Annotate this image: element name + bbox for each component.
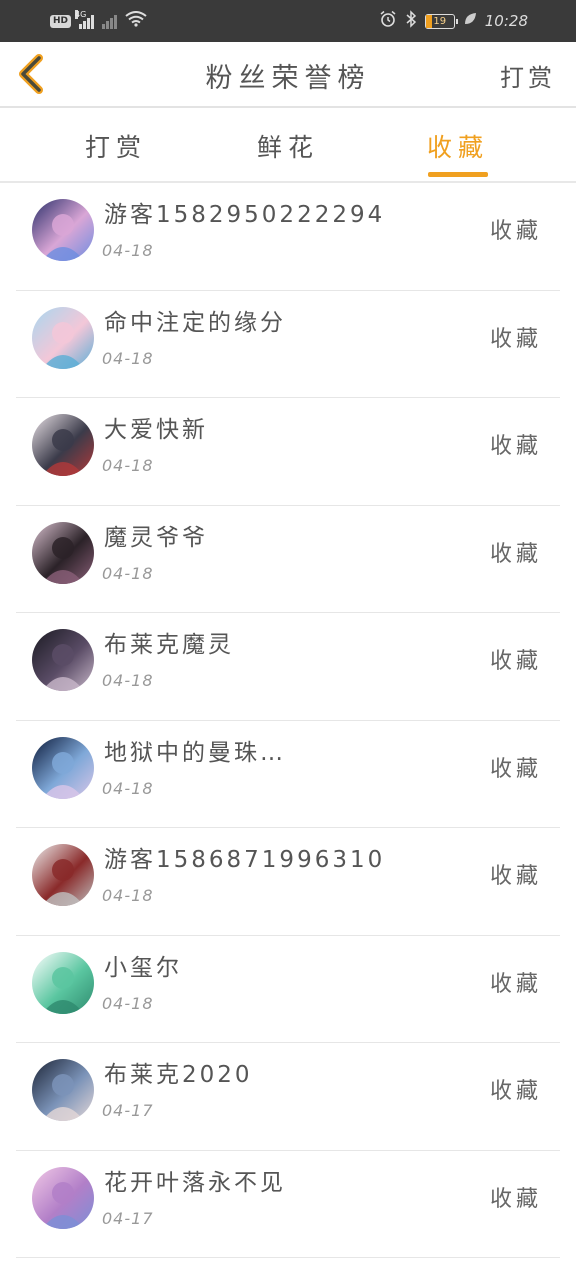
- hd-icon: HD: [50, 14, 72, 28]
- bluetooth-icon: [405, 10, 417, 32]
- fan-date: 04-17: [102, 1208, 154, 1228]
- fan-date: 04-17: [102, 1101, 154, 1120]
- fan-date: 04-18: [102, 778, 154, 798]
- status-bar: HD 4G 19 10:28: [0, 0, 576, 42]
- avatar[interactable]: [32, 951, 94, 1014]
- avatar[interactable]: [32, 844, 94, 906]
- fan-date: 04-18: [102, 348, 154, 368]
- fan-name: 布莱克2020: [104, 1062, 253, 1088]
- leaf-icon: [463, 12, 477, 30]
- avatar[interactable]: [32, 521, 94, 584]
- wifi-icon: [125, 11, 147, 31]
- fan-name: 魔灵爷爷: [104, 524, 208, 551]
- fan-date: 04-18: [102, 671, 154, 690]
- status-right: 19 10:28: [379, 10, 528, 32]
- status-time: 10:28: [484, 12, 528, 30]
- avatar[interactable]: [32, 414, 94, 476]
- fan-date: 04-18: [102, 563, 154, 583]
- fan-list-item[interactable]: 小玺尔 04-18 收藏: [16, 936, 560, 1043]
- app-header: 粉丝荣誉榜 打赏: [0, 42, 576, 108]
- active-tab-indicator: [428, 172, 488, 177]
- fan-list-item[interactable]: 命中注定的缘分 04-18 收藏: [16, 291, 560, 398]
- favorite-label: 收藏: [489, 541, 542, 567]
- fan-list-item[interactable]: 大爱快新 04-18 收藏: [16, 398, 560, 506]
- fan-name: 布莱克魔灵: [104, 632, 234, 658]
- fan-name: 游客1582950222294: [104, 202, 386, 228]
- ranking-tabs: 打赏 鲜花 收藏: [0, 108, 576, 183]
- avatar[interactable]: [32, 1059, 94, 1121]
- fan-list-item[interactable]: 游客1582950222294 04-18 收藏: [16, 183, 560, 291]
- avatar[interactable]: [32, 629, 94, 691]
- fan-list-item[interactable]: 布莱克2020 04-17 收藏: [16, 1043, 560, 1151]
- favorite-label: 收藏: [489, 971, 542, 997]
- favorite-label: 收藏: [489, 1079, 542, 1104]
- favorite-label: 收藏: [489, 1186, 542, 1212]
- fan-date: 04-18: [102, 456, 154, 475]
- fan-date: 04-18: [102, 993, 154, 1013]
- avatar[interactable]: [32, 1166, 94, 1229]
- fan-list-item[interactable]: 地狱中的曼珠… 04-18 收藏: [16, 721, 560, 828]
- fan-date: 04-18: [102, 241, 154, 260]
- fan-list-item[interactable]: 游客1586871996310 04-18 收藏: [16, 828, 560, 936]
- fan-name: 游客1586871996310: [104, 847, 386, 873]
- favorite-label: 收藏: [489, 326, 542, 352]
- page-title: 粉丝荣誉榜: [205, 63, 371, 94]
- favorite-label: 收藏: [489, 434, 542, 459]
- favorite-label: 收藏: [489, 756, 542, 782]
- fan-list-item[interactable]: 花开叶落永不见 04-17 收藏: [16, 1151, 560, 1258]
- battery-icon: 19: [424, 13, 458, 29]
- fan-name: 花开叶落永不见: [104, 1169, 286, 1196]
- alarm-icon: [379, 10, 397, 32]
- signal-icon: 4G: [75, 10, 95, 29]
- tip-button[interactable]: 打赏: [500, 58, 556, 93]
- tab-favorites[interactable]: 收藏: [398, 128, 518, 164]
- signal-icon-secondary: [102, 13, 118, 29]
- tab-flowers[interactable]: 鲜花: [228, 128, 348, 164]
- tab-tip[interactable]: 打赏: [56, 128, 176, 164]
- fan-name: 地狱中的曼珠…: [104, 739, 286, 766]
- fan-name: 小玺尔: [104, 954, 182, 981]
- avatar[interactable]: [32, 199, 94, 261]
- fan-date: 04-18: [102, 886, 154, 905]
- fan-name: 命中注定的缘分: [104, 309, 286, 336]
- network-type: 4G: [75, 10, 87, 19]
- avatar[interactable]: [32, 736, 94, 799]
- fan-list: 游客1582950222294 04-18 收藏 命中注定的缘分 04-18 收藏 大爱快新…: [0, 183, 576, 1258]
- favorite-label: 收藏: [489, 649, 542, 674]
- battery-level: 19: [433, 15, 447, 27]
- favorite-label: 收藏: [489, 219, 542, 244]
- fan-name: 大爱快新: [104, 417, 208, 443]
- favorite-label: 收藏: [489, 864, 542, 889]
- fan-list-item[interactable]: 布莱克魔灵 04-18 收藏: [16, 613, 560, 721]
- fan-list-item[interactable]: 魔灵爷爷 04-18 收藏: [16, 506, 560, 613]
- status-left: HD 4G: [50, 10, 147, 31]
- avatar[interactable]: [32, 306, 94, 369]
